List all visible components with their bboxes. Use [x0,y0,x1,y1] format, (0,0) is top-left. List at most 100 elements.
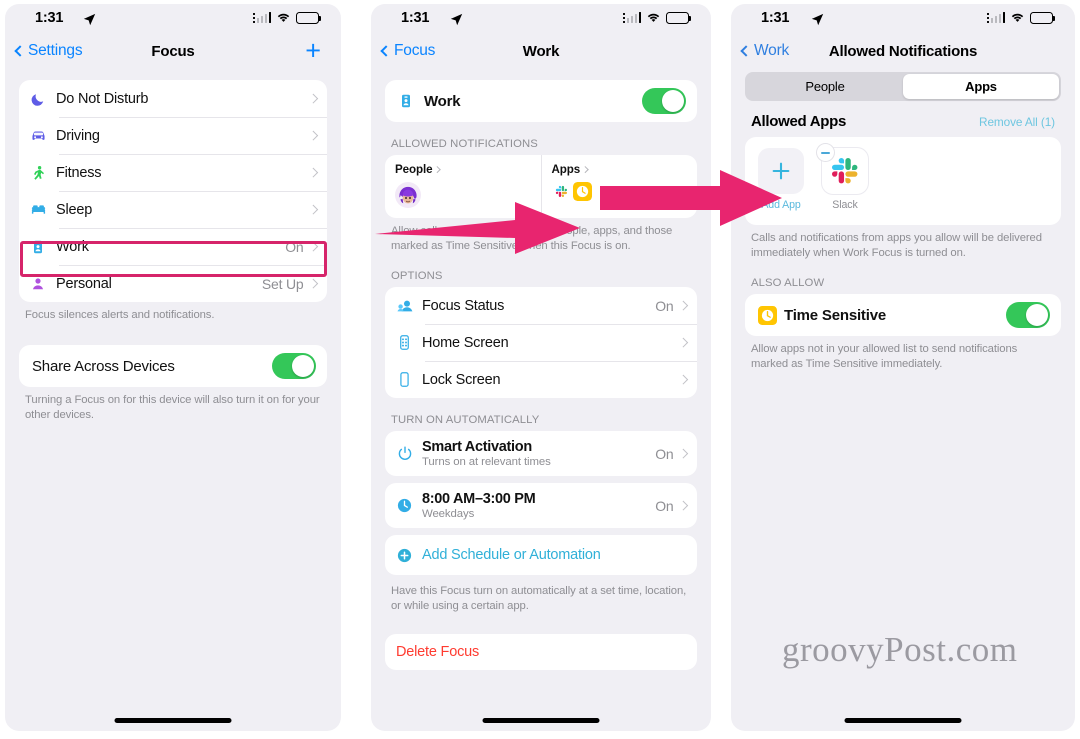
list-item-label: Driving [56,127,100,144]
back-label: Work [754,42,790,59]
lock-screen-icon [396,371,422,388]
share-footnote: Turning a Focus on for this device will … [25,394,320,422]
share-toggle[interactable] [272,353,316,380]
minus-icon [821,151,830,154]
time-sensitive-card: Time Sensitive [745,294,1061,337]
id-badge-icon [30,239,56,255]
chevron-right-icon [678,300,688,311]
back-button-work[interactable]: Work [740,42,790,60]
home-indicator [482,718,600,723]
time-sensitive-row[interactable]: Time Sensitive [745,294,1061,336]
wifi-icon [277,14,290,23]
delete-focus-card[interactable]: Delete Focus [385,634,697,671]
list-item-label: Focus Status [422,297,505,314]
allowed-apps-content: Allowed Apps Remove All (1) Add App Slac… [731,101,1075,372]
work-content: Work ALLOWED NOTIFICATIONS People Apps A… [371,68,711,671]
list-item-label: Lock Screen [422,371,501,388]
work-label: Work [424,92,461,110]
list-item-value: On [655,297,674,314]
phone-panel-focus-list: 1:31 Settings Focus + Do Not Disturb Dri… [5,4,341,731]
tab-people[interactable]: People [747,74,903,99]
list-item-home-screen[interactable]: Home Screen [385,324,697,361]
list-item-personal[interactable]: Personal Set Up [19,265,327,302]
list-item-value: On [655,445,674,462]
add-focus-button[interactable]: + [305,37,321,65]
app-cell-slack[interactable]: Slack [817,144,869,217]
toggle-knob [292,355,314,378]
slack-label: Slack [832,199,858,211]
list-item-title: 8:00 AM–3:00 PM [422,490,536,507]
list-item-value: On [285,238,304,255]
list-item-work[interactable]: Work On [19,228,327,265]
location-arrow-icon [811,13,824,26]
list-item-driving[interactable]: Driving [19,117,327,154]
id-badge-icon [398,93,424,109]
allowed-notifications-header: ALLOWED NOTIFICATIONS [391,138,538,150]
options-card: Focus Status On Home Screen Lock Screen [385,287,697,399]
remove-all-button[interactable]: Remove All (1) [979,115,1055,129]
list-item-subtitle: Turns on at relevant times [422,456,551,469]
chevron-right-icon [678,374,688,385]
time-sensitive-footnote: Allow apps not in your allowed list to s… [751,343,1018,371]
location-arrow-icon [83,13,96,26]
list-item-fitness[interactable]: Fitness [19,154,327,191]
status-indicators [986,12,1056,24]
allowed-apps-grid: Add App Slack [745,137,1061,225]
battery-icon [1030,12,1056,24]
battery-icon [296,12,322,24]
list-item-lock-screen[interactable]: Lock Screen [385,361,697,398]
home-indicator [844,718,962,723]
time-sensitive-label: Time Sensitive [784,306,886,324]
remove-app-badge[interactable] [817,144,834,161]
toggle-knob [1026,304,1048,327]
tab-apps[interactable]: Apps [903,74,1059,99]
section-title: Allowed Apps [751,113,847,130]
list-item-schedule[interactable]: 8:00 AM–3:00 PM Weekdays On [385,483,697,528]
back-button-focus[interactable]: Focus [380,42,435,60]
status-time: 1:31 [761,10,790,26]
wifi-icon [647,14,660,23]
share-across-devices-row[interactable]: Share Across Devices [19,345,327,387]
list-item-label: Fitness [56,164,102,181]
back-label: Settings [28,42,83,59]
focus-content: Do Not Disturb Driving Fitness Sleep Wor… [5,68,341,423]
chevron-right-icon [308,167,318,178]
focus-list-card: Do Not Disturb Driving Fitness Sleep Wor… [19,80,327,302]
smart-activation-text: Smart Activation Turns on at relevant ti… [422,439,655,469]
focus-status-icon [396,297,422,315]
chevron-left-icon [740,45,752,57]
list-item-title: Smart Activation [422,438,532,455]
schedule-card: 8:00 AM–3:00 PM Weekdays On [385,483,697,529]
moon-icon [30,91,56,107]
list-item-focus-status[interactable]: Focus Status On [385,287,697,324]
back-button-settings[interactable]: Settings [14,42,83,60]
car-icon [30,127,56,144]
chevron-right-icon [308,204,318,215]
time-sensitive-toggle[interactable] [1006,302,1050,329]
screenshot-stage: 1:31 Settings Focus + Do Not Disturb Dri… [0,0,1080,739]
work-toggle-card: Work [385,80,697,122]
work-toggle[interactable] [642,88,686,114]
annotation-arrow-1 [375,202,580,254]
nav-bar: Work Allowed Notifications [731,34,1075,68]
status-indicators [252,12,322,24]
apps-label: Apps [551,163,581,176]
share-across-devices-card: Share Across Devices [19,345,327,388]
phone-panel-allowed-notifications: 1:31 Work Allowed Notifications People A… [731,4,1075,731]
chevron-right-icon [308,130,318,141]
add-schedule-card: Add Schedule or Automation [385,535,697,576]
work-toggle-row[interactable]: Work [385,80,697,122]
status-time: 1:31 [35,10,64,26]
chevron-right-icon [308,93,318,104]
list-item-do-not-disturb[interactable]: Do Not Disturb [19,80,327,117]
list-item-subtitle: Weekdays [422,508,475,521]
status-bar: 1:31 [5,4,341,34]
list-item-smart-activation[interactable]: Smart Activation Turns on at relevant ti… [385,431,697,476]
add-schedule-row[interactable]: Add Schedule or Automation [385,535,697,575]
cellular-signal-icon [622,12,641,24]
list-item-value: On [655,497,674,514]
share-label: Share Across Devices [32,357,175,375]
list-item-sleep[interactable]: Sleep [19,191,327,228]
chevron-right-icon [678,337,688,348]
schedule-text: 8:00 AM–3:00 PM Weekdays [422,491,655,521]
